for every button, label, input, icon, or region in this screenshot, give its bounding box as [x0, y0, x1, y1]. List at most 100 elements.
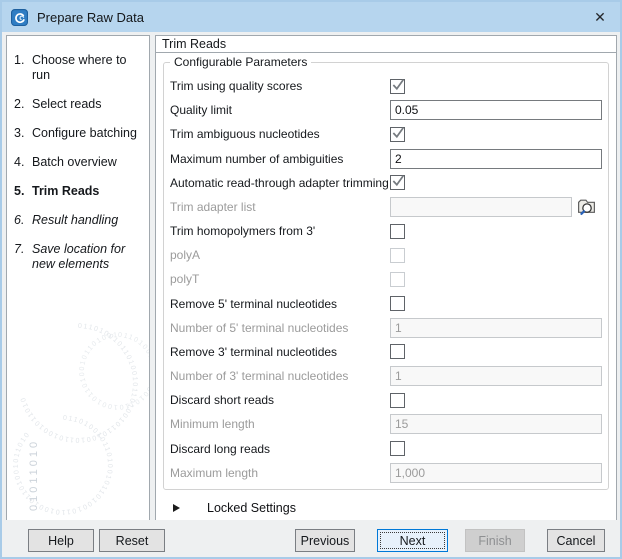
parameter-row: polyA	[170, 243, 602, 267]
parameter-row: Discard short reads	[170, 388, 602, 412]
field-trim-adapter-list	[390, 197, 572, 217]
sidebar-step-trim-reads: 5. Trim Reads	[7, 184, 149, 199]
next-button[interactable]: Next	[377, 529, 448, 552]
checkbox-discard-long-reads[interactable]	[390, 441, 405, 456]
checkbox-trim-homopolymers-from-3[interactable]	[390, 224, 405, 239]
window-title: Prepare Raw Data	[37, 10, 144, 25]
parameter-row: Remove 5' terminal nucleotides	[170, 292, 602, 316]
step-label: Select reads	[32, 97, 101, 112]
parameter-row: Number of 5' terminal nucleotides 1	[170, 316, 602, 340]
finish-button: Finish	[465, 529, 525, 552]
svg-text:01011010: 01011010	[28, 439, 40, 511]
parameter-label: Number of 5' terminal nucleotides	[170, 321, 390, 335]
parameter-label: Minimum length	[170, 417, 390, 431]
checkbox-trim-ambiguous-nucleotides[interactable]	[390, 127, 405, 142]
step-number: 1.	[14, 53, 32, 83]
parameter-label: Maximum number of ambiguities	[170, 152, 390, 166]
wizard-steps: 1. Choose where to run 2. Select reads 3…	[7, 53, 149, 286]
checkbox-polyt	[390, 272, 405, 287]
parameter-label: Remove 3' terminal nucleotides	[170, 345, 390, 359]
checkbox-trim-using-quality-scores[interactable]	[390, 79, 405, 94]
parameter-row: Maximum length 1,000	[170, 461, 602, 485]
checkbox-automatic-read-through-adapter-trimming[interactable]	[390, 175, 405, 190]
parameter-label: Trim homopolymers from 3'	[170, 224, 390, 238]
parameter-label: Discard long reads	[170, 442, 390, 456]
wizard-sidebar: 0110100101101001011010010110100101101001…	[6, 35, 150, 521]
app-logo-icon	[11, 9, 28, 26]
parameter-row: Trim adapter list	[170, 195, 602, 219]
parameter-label: Discard short reads	[170, 393, 390, 407]
parameters-panel: Configurable Parameters Trim using quali…	[156, 54, 616, 520]
locked-settings-expander[interactable]: Locked Settings	[173, 501, 296, 515]
parameter-label: Number of 3' terminal nucleotides	[170, 369, 390, 383]
close-icon[interactable]: ✕	[584, 2, 616, 32]
main-panel: Trim Reads Configurable Parameters Trim …	[155, 35, 617, 521]
step-number: 4.	[14, 155, 32, 170]
sidebar-step-save-location-for-new-elements: 7. Save location for new elements	[7, 242, 149, 272]
sidebar-step-batch-overview: 4. Batch overview	[7, 155, 149, 170]
field-minimum-length: 15	[390, 414, 602, 434]
parameter-row: Discard long reads	[170, 437, 602, 461]
titlebar: Prepare Raw Data ✕	[2, 2, 620, 32]
svg-text:011010010110100101101001011010: 0110100101101001011010010110100101101001…	[13, 415, 113, 515]
parameter-label: polyT	[170, 272, 390, 286]
parameter-row: Number of 3' terminal nucleotides 1	[170, 364, 602, 388]
parameter-label: Automatic read-through adapter trimming	[170, 176, 390, 190]
field-quality-limit[interactable]: 0.05	[390, 100, 602, 120]
checkbox-polya	[390, 248, 405, 263]
step-label: Batch overview	[32, 155, 117, 170]
step-number: 6.	[14, 213, 32, 228]
step-number: 3.	[14, 126, 32, 141]
sidebar-step-result-handling: 6. Result handling	[7, 213, 149, 228]
parameter-label: polyA	[170, 248, 390, 262]
sidebar-step-choose-where-to-run: 1. Choose where to run	[7, 53, 149, 83]
checkmark-icon	[391, 78, 405, 92]
step-number: 5.	[14, 184, 32, 199]
parameter-row: Automatic read-through adapter trimming	[170, 171, 602, 195]
parameter-label: Trim ambiguous nucleotides	[170, 127, 390, 141]
configurable-parameters-group: Configurable Parameters Trim using quali…	[163, 62, 609, 490]
cancel-button[interactable]: Cancel	[547, 529, 605, 552]
step-number: 7.	[14, 242, 32, 272]
checkmark-icon	[391, 126, 405, 140]
previous-button[interactable]: Previous	[295, 529, 355, 552]
parameter-label: Remove 5' terminal nucleotides	[170, 297, 390, 311]
browse-adapter-list-icon[interactable]	[576, 196, 597, 217]
parameter-rows: Trim using quality scores Quality limit …	[170, 74, 602, 485]
checkbox-discard-short-reads[interactable]	[390, 393, 405, 408]
parameter-row: Minimum length 15	[170, 412, 602, 436]
step-label: Trim Reads	[32, 184, 99, 199]
parameter-label: Trim using quality scores	[170, 79, 390, 93]
sidebar-step-select-reads: 2. Select reads	[7, 97, 149, 112]
locked-settings-label: Locked Settings	[207, 501, 296, 515]
parameter-row: Maximum number of ambiguities 2	[170, 147, 602, 171]
prepare-raw-data-dialog: Prepare Raw Data ✕ 011010010110100101101…	[0, 0, 622, 559]
checkmark-icon	[391, 174, 405, 188]
step-title: Trim Reads	[156, 36, 616, 53]
parameter-label: Maximum length	[170, 466, 390, 480]
expander-triangle-icon[interactable]	[173, 504, 180, 512]
parameter-row: Remove 3' terminal nucleotides	[170, 340, 602, 364]
sidebar-step-configure-batching: 3. Configure batching	[7, 126, 149, 141]
parameter-row: polyT	[170, 267, 602, 291]
parameter-row: Trim ambiguous nucleotides	[170, 122, 602, 146]
help-button[interactable]: Help	[28, 529, 94, 552]
group-title: Configurable Parameters	[170, 55, 311, 69]
field-number-of-3-terminal-nucleotides: 1	[390, 366, 602, 386]
checkbox-remove-3-terminal-nucleotides[interactable]	[390, 344, 405, 359]
parameter-row: Quality limit 0.05	[170, 98, 602, 122]
parameter-row: Trim homopolymers from 3'	[170, 219, 602, 243]
field-maximum-number-of-ambiguities[interactable]: 2	[390, 149, 602, 169]
field-number-of-5-terminal-nucleotides: 1	[390, 318, 602, 338]
step-number: 2.	[14, 97, 32, 112]
parameter-label: Quality limit	[170, 103, 390, 117]
step-label: Configure batching	[32, 126, 137, 141]
step-label: Save location for new elements	[32, 242, 147, 272]
reset-button[interactable]: Reset	[99, 529, 165, 552]
svg-text:011010010110100101101001011010: 0110100101101001011010010110100101101001…	[20, 323, 138, 443]
field-maximum-length: 1,000	[390, 463, 602, 483]
checkbox-remove-5-terminal-nucleotides[interactable]	[390, 296, 405, 311]
button-bar: HelpReset Previous Next Finish Cancel	[2, 520, 620, 557]
step-label: Result handling	[32, 213, 118, 228]
step-label: Choose where to run	[32, 53, 147, 83]
